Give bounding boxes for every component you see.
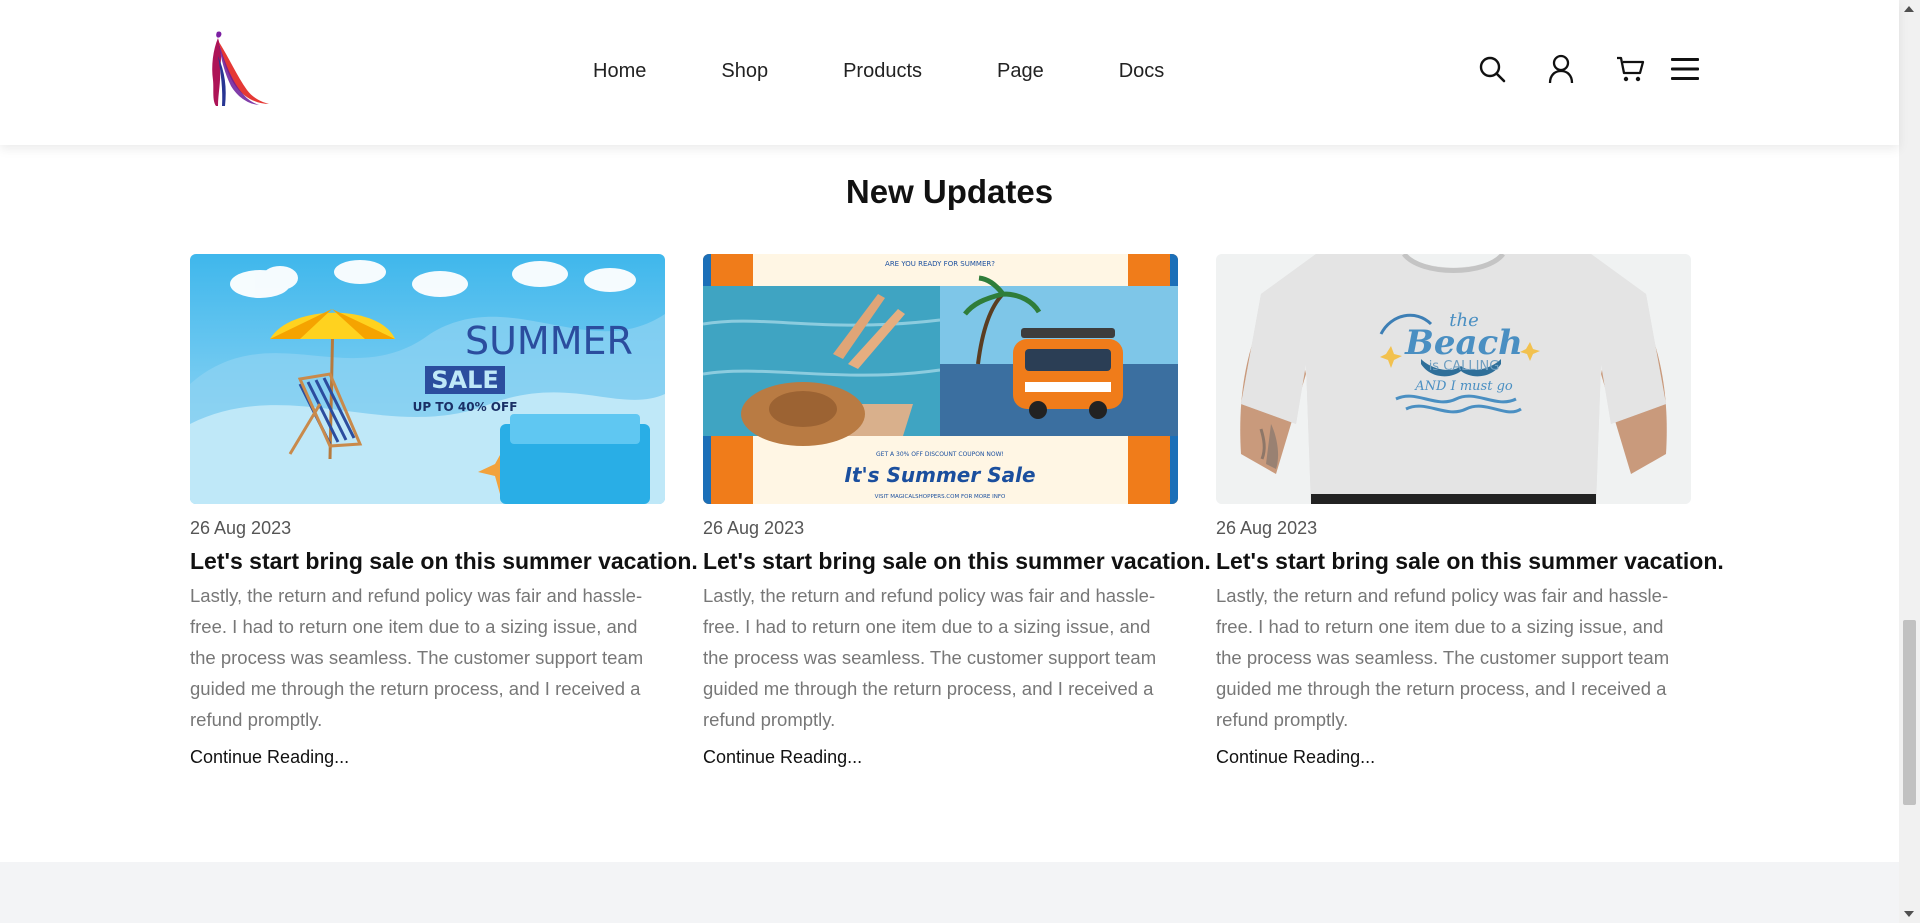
blog-card: SUMMER SALE UP TO 40% OFF 26 Aug 2023 Le… bbox=[190, 254, 698, 768]
scrollbar-thumb[interactable] bbox=[1903, 620, 1916, 805]
footer-band bbox=[0, 862, 1899, 923]
post-title[interactable]: Let's start bring sale on this summer va… bbox=[1216, 546, 1724, 576]
blog-card: the Beach is CALLING AND I must go 26 Au… bbox=[1216, 254, 1724, 768]
collage-coupon-text: GET A 30% OFF DISCOUNT COUPON NOW! bbox=[876, 451, 1004, 458]
post-title[interactable]: Let's start bring sale on this summer va… bbox=[703, 546, 1211, 576]
post-date: 26 Aug 2023 bbox=[703, 518, 805, 538]
continue-reading-link[interactable]: Continue Reading... bbox=[190, 747, 349, 768]
search-icon[interactable] bbox=[1475, 52, 1509, 86]
summer-sale-beach-banner[interactable]: SUMMER SALE UP TO 40% OFF bbox=[190, 254, 665, 504]
continue-reading-link[interactable]: Continue Reading... bbox=[1216, 747, 1375, 768]
header-actions bbox=[1475, 52, 1702, 86]
collage-headline-text: It's Summer Sale bbox=[844, 463, 1035, 487]
section-title: New Updates bbox=[845, 173, 1054, 210]
shirt-calling-text: is CALLING bbox=[1429, 359, 1500, 374]
page: Home Shop Products Page Docs New Updates bbox=[0, 0, 1899, 923]
banner-sale-text: SALE bbox=[431, 366, 499, 394]
post-excerpt: Lastly, the return and refund policy was… bbox=[1216, 585, 1670, 730]
post-excerpt: Lastly, the return and refund policy was… bbox=[190, 585, 644, 730]
scroll-up-arrow-icon[interactable] bbox=[1904, 6, 1914, 12]
banner-summer-text: SUMMER bbox=[465, 319, 633, 363]
blog-card: ARE YOU READY FOR SUMMER? GET A 30% OFF … bbox=[703, 254, 1211, 768]
continue-reading-link[interactable]: Continue Reading... bbox=[703, 747, 862, 768]
nav-products[interactable]: Products bbox=[843, 56, 922, 86]
nav-shop[interactable]: Shop bbox=[721, 56, 768, 86]
post-excerpt: Lastly, the return and refund policy was… bbox=[703, 585, 1157, 730]
nav-page[interactable]: Page bbox=[997, 56, 1044, 86]
summer-sale-collage-banner[interactable]: ARE YOU READY FOR SUMMER? GET A 30% OFF … bbox=[703, 254, 1178, 504]
site-logo[interactable] bbox=[203, 28, 269, 108]
cart-icon[interactable] bbox=[1613, 52, 1647, 86]
nav-home[interactable]: Home bbox=[593, 56, 646, 86]
site-header: Home Shop Products Page Docs bbox=[0, 0, 1899, 145]
shirt-beach-text: Beach bbox=[1404, 323, 1523, 363]
post-title[interactable]: Let's start bring sale on this summer va… bbox=[190, 546, 698, 576]
fashion-woman-logo-icon bbox=[212, 31, 269, 106]
shirt-must-go-text: AND I must go bbox=[1414, 379, 1513, 394]
collage-footer-text: VISIT MAGICALSHOPPERS.COM FOR MORE INFO bbox=[875, 494, 1006, 500]
beach-tshirt-photo[interactable]: the Beach is CALLING AND I must go bbox=[1216, 254, 1691, 504]
post-date: 26 Aug 2023 bbox=[1216, 518, 1318, 538]
user-icon[interactable] bbox=[1544, 52, 1578, 86]
page-scrollbar[interactable] bbox=[1899, 0, 1920, 923]
post-date: 26 Aug 2023 bbox=[190, 518, 292, 538]
collage-top-text: ARE YOU READY FOR SUMMER? bbox=[885, 260, 995, 268]
nav-docs[interactable]: Docs bbox=[1119, 56, 1165, 86]
banner-discount-text: UP TO 40% OFF bbox=[413, 400, 518, 414]
menu-icon[interactable] bbox=[1668, 52, 1702, 86]
main-nav: Home Shop Products Page Docs bbox=[593, 56, 1239, 86]
scroll-down-arrow-icon[interactable] bbox=[1904, 911, 1914, 917]
